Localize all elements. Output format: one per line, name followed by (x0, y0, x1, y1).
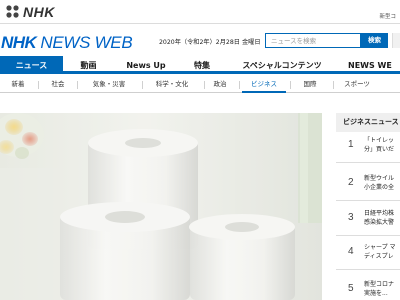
subnav-divider (142, 81, 143, 89)
subnav-latest[interactable]: 新着 (4, 77, 32, 93)
nav-special-contents[interactable]: スペシャルコンテンツ (226, 56, 338, 74)
rank-number: 5 (348, 283, 354, 294)
rank-number: 3 (348, 212, 354, 223)
subnav-business[interactable]: ビジネス (242, 77, 286, 93)
search-input[interactable] (265, 33, 361, 48)
rank-headline-line: 「トイレッ (364, 137, 395, 144)
nhk-corporate-logo[interactable]: NHK (5, 3, 55, 20)
subnav-weather-disaster[interactable]: 気象・災害 (84, 77, 134, 93)
ranking-item[interactable]: 1 「トイレッ 分」買いだ (336, 132, 400, 163)
nav-news[interactable]: ニュース (0, 56, 63, 74)
subnav-divider (77, 81, 78, 89)
rank-headline-line: 実施を... (364, 290, 388, 297)
rank-headline: 日経平均株 感染拡大警 (364, 209, 400, 227)
toilet-paper-photo (0, 113, 322, 300)
ranking-item[interactable]: 3 日経平均株 感染拡大警 (336, 205, 400, 236)
hero-image[interactable] (0, 113, 322, 300)
nav-video[interactable]: 動画 (63, 56, 114, 74)
topbar-coronavirus-link[interactable]: 新型コ (379, 12, 396, 20)
nhk-dots-icon (6, 4, 19, 18)
rank-headline-line: 感染拡大警 (364, 219, 395, 226)
nav-news-up[interactable]: News Up (114, 56, 178, 74)
rank-number: 1 (348, 139, 354, 150)
subnav-sports[interactable]: スポーツ (340, 77, 374, 93)
current-date: 2020年（令和2年）2月28日 金曜日 (159, 39, 261, 46)
nhk-news-web-logo[interactable]: NHK NEWS WEB (1, 33, 133, 53)
rank-headline-line: ディスプレ (364, 253, 394, 260)
brand-logo-news-web: NEWS WEB (40, 33, 133, 52)
rank-headline: 新型コロナ 実施を... (364, 280, 400, 298)
subnav-divider (204, 81, 205, 89)
rank-headline-line: 小企業の全 (364, 184, 395, 191)
rank-headline-line: 新型コロナ (364, 281, 395, 288)
category-nav: 新着 社会 気象・災害 科学・文化 政治 ビジネス 国際 スポーツ (0, 77, 400, 93)
brand-bar: NHK NEWS WEB 2020年（令和2年）2月28日 金曜日 検索 (0, 24, 400, 56)
rank-headline: 「トイレッ 分」買いだ (364, 136, 400, 154)
main-nav: ニュース 動画 News Up 特集 スペシャルコンテンツ NEWS WE (0, 56, 400, 74)
rank-number: 2 (348, 177, 354, 188)
subnav-divider (333, 81, 334, 89)
subnav-divider (290, 81, 291, 89)
rank-headline-line: 分」買いだ (364, 146, 395, 153)
header-extra-button[interactable] (392, 33, 400, 48)
ranking-item[interactable]: 2 新型ウイル 小企業の全 (336, 170, 400, 201)
rank-headline-line: 日経平均株 (364, 210, 395, 217)
ranking-item[interactable]: 5 新型コロナ 実施を... (336, 276, 400, 300)
nav-features[interactable]: 特集 (178, 56, 226, 74)
rank-headline: 新型ウイル 小企業の全 (364, 174, 400, 192)
nhk-logo-text: NHK (23, 3, 55, 20)
ranking-heading: ビジネスニュース (336, 113, 400, 132)
subnav-divider (38, 81, 39, 89)
rank-headline-line: シャープ マ (364, 244, 396, 251)
ranking-item[interactable]: 4 シャープ マ ディスプレ (336, 239, 400, 270)
nav-news-web-more[interactable]: NEWS WE (338, 56, 400, 74)
search-button[interactable]: 検索 (361, 33, 388, 48)
rank-headline-line: 新型ウイル (364, 175, 395, 182)
brand-logo-nhk: NHK (1, 33, 37, 52)
rank-headline: シャープ マ ディスプレ (364, 243, 400, 261)
subnav-divider (239, 81, 240, 89)
subnav-science-culture[interactable]: 科学・文化 (148, 77, 196, 93)
subnav-politics[interactable]: 政治 (208, 77, 232, 93)
subnav-international[interactable]: 国際 (296, 77, 324, 93)
subnav-society[interactable]: 社会 (44, 77, 72, 93)
top-bar: NHK 新型コ (0, 0, 400, 24)
rank-number: 4 (348, 246, 354, 257)
business-news-ranking: ビジネスニュース 1 「トイレッ 分」買いだ 2 新型ウイル 小企業の全 3 日… (336, 113, 400, 300)
